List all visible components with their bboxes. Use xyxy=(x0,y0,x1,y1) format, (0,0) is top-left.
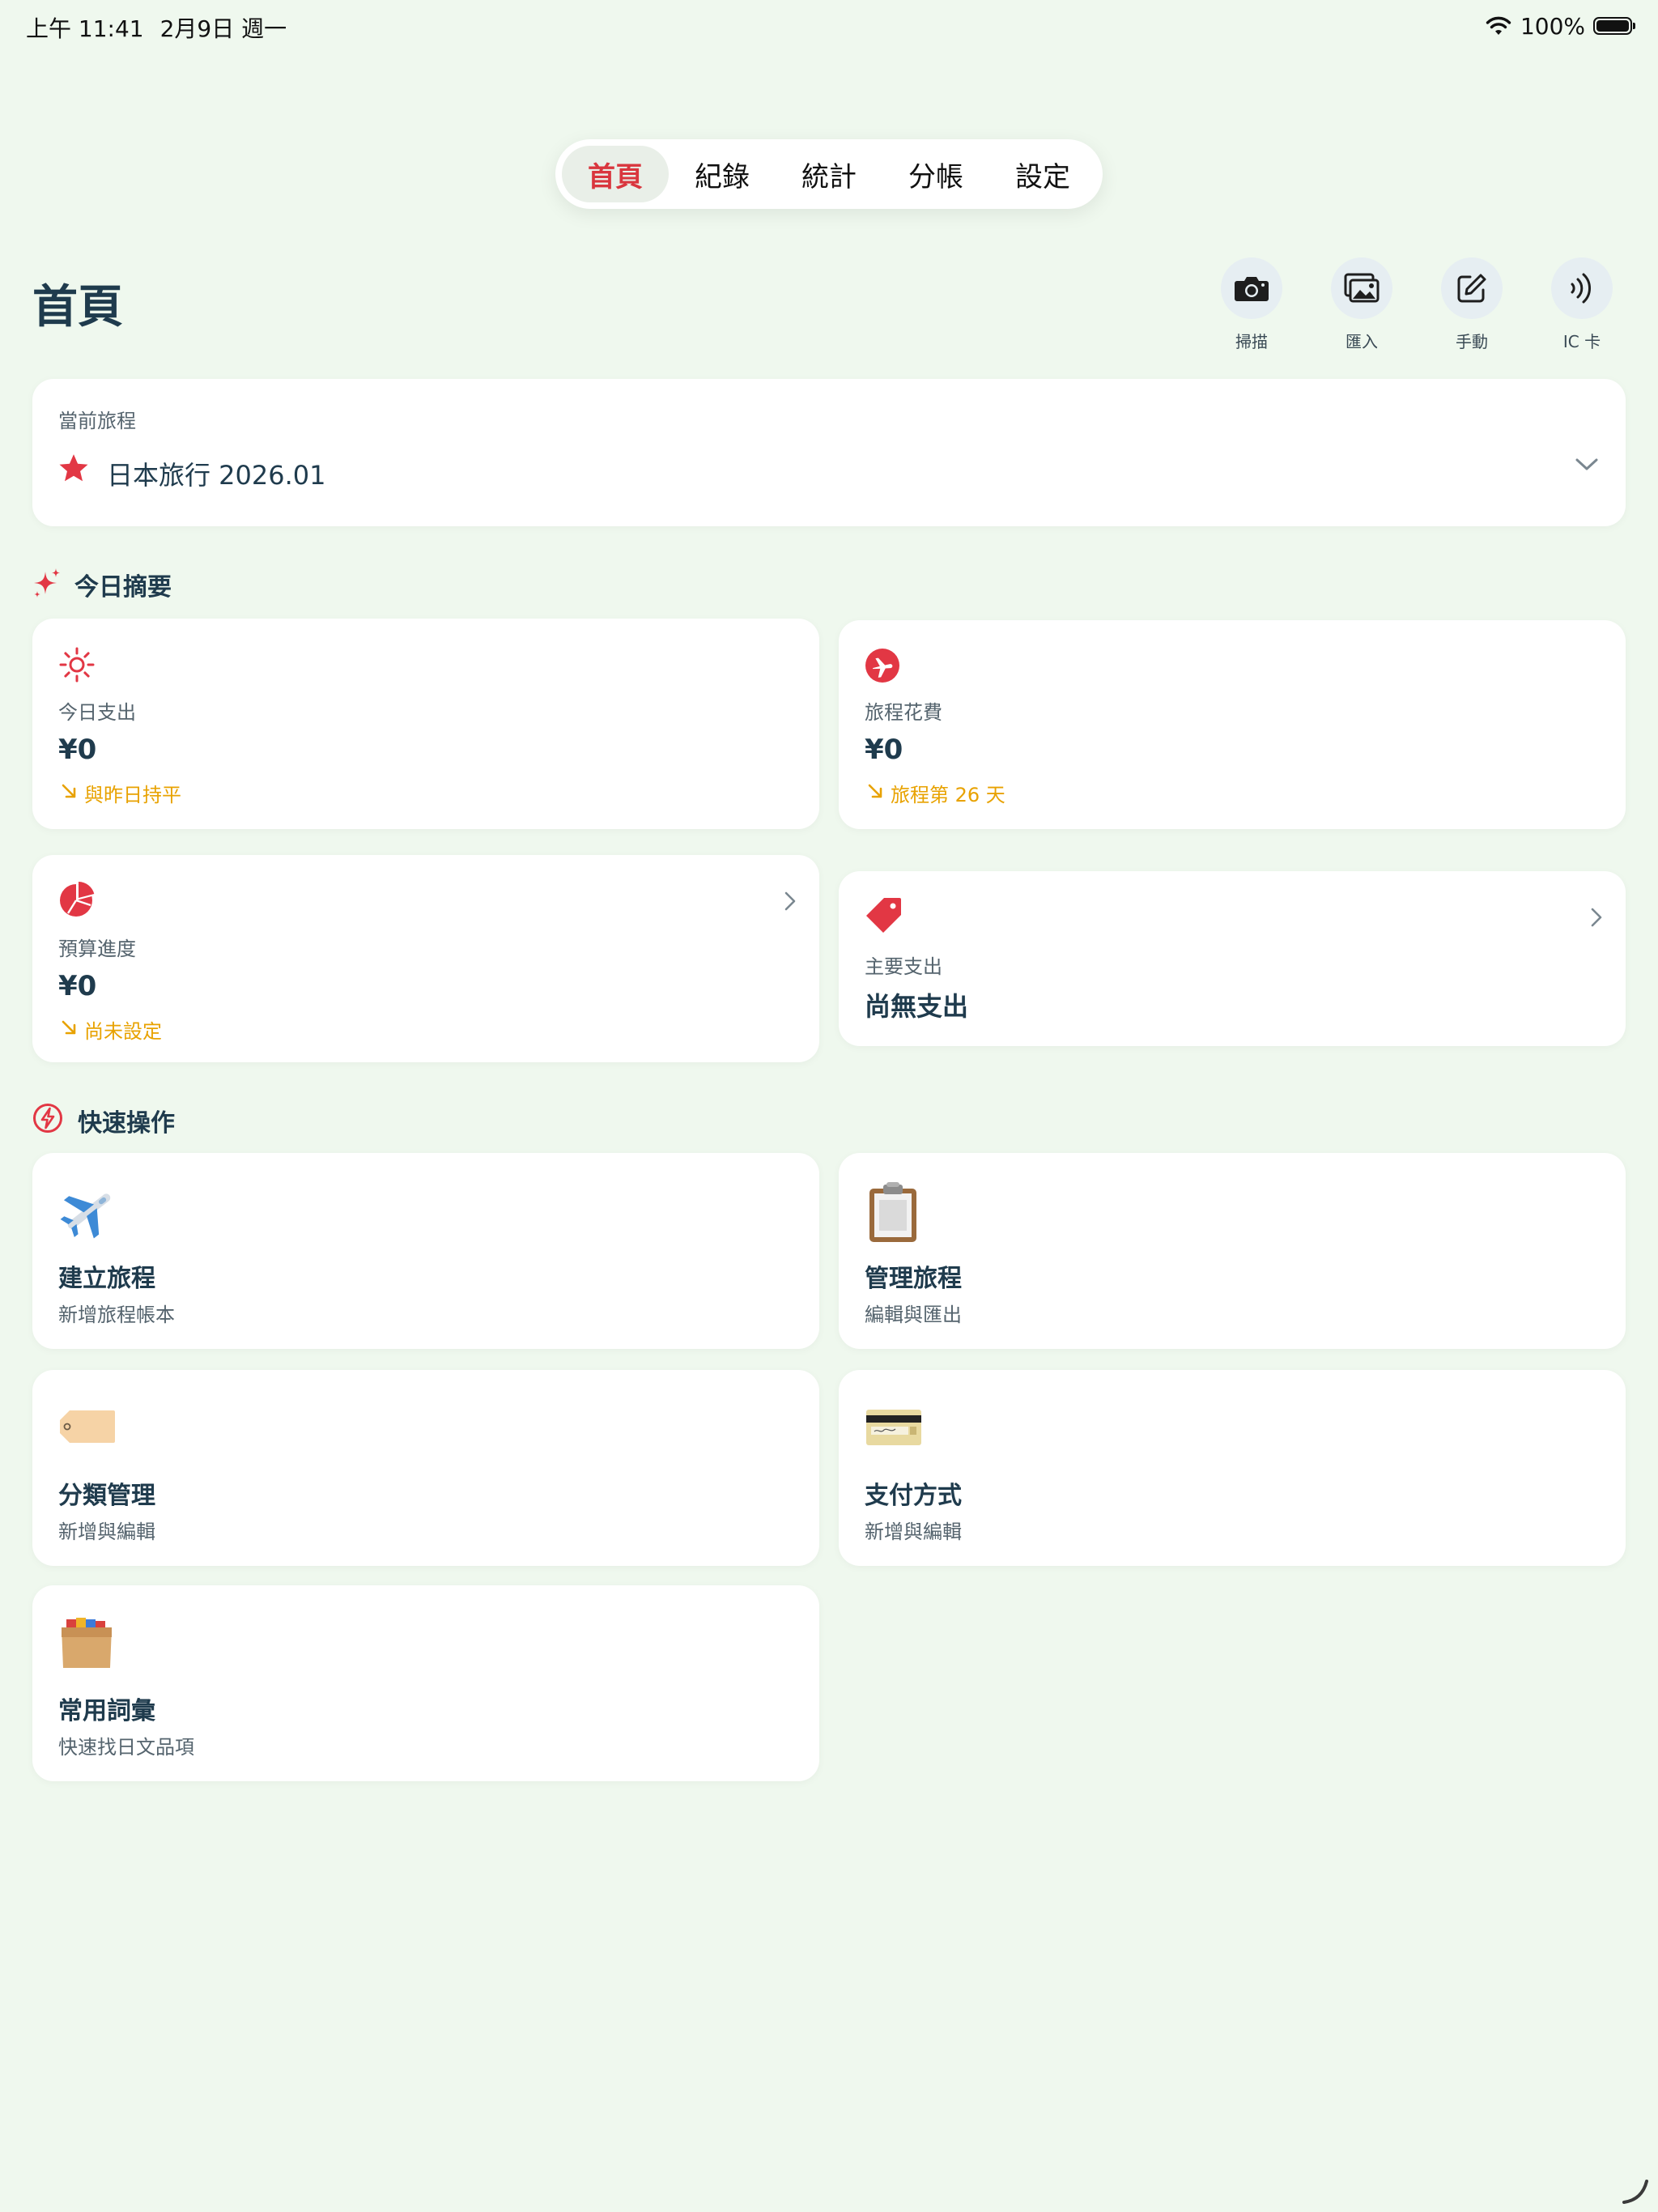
status-time: 上午 11:41 xyxy=(26,15,144,42)
trip-spending-label: 旅程花費 xyxy=(865,701,942,724)
status-bar-left: 上午 11:41 2月9日 週一 xyxy=(26,11,303,44)
common-vocabulary-title: 常用詞彙 xyxy=(58,1697,155,1725)
nfc-icon xyxy=(1571,273,1592,304)
card-box-emoji-icon xyxy=(62,1618,112,1668)
ic-card-label: IC 卡 xyxy=(1562,332,1601,351)
import-label: 匯入 xyxy=(1346,332,1378,351)
tab-settings[interactable]: 設定 xyxy=(989,146,1096,202)
manual-label: 手動 xyxy=(1456,332,1488,351)
trip-spending-card: 旅程花費 ¥0 旅程第 26 天 xyxy=(839,620,1626,829)
tab-home[interactable]: 首頁 xyxy=(562,146,669,202)
airplane-emoji-icon xyxy=(60,1193,111,1239)
quick-actions-title: 快速操作 xyxy=(78,1109,175,1138)
scan-button-bg xyxy=(1221,257,1282,319)
create-trip-button[interactable]: 建立旅程 新增旅程帳本 xyxy=(32,1153,819,1349)
arrow-down-right-icon xyxy=(868,784,882,798)
payment-methods-button[interactable]: 支付方式 新增與編輯 xyxy=(839,1370,1626,1566)
manage-trips-subtitle: 編輯與匯出 xyxy=(865,1304,962,1326)
import-button-bg xyxy=(1331,257,1392,319)
status-bar-right: 100% xyxy=(1485,11,1635,40)
today-spending-card: 今日支出 ¥0 與昨日持平 xyxy=(32,619,819,829)
budget-progress-label: 預算進度 xyxy=(58,938,136,960)
pie-chart-icon xyxy=(60,882,95,917)
tab-statistics[interactable]: 統計 xyxy=(776,146,882,202)
create-trip-title: 建立旅程 xyxy=(58,1265,155,1293)
trip-spending-value: ¥0 xyxy=(865,734,903,766)
today-spending-value: ¥0 xyxy=(58,734,97,766)
chevron-right-icon xyxy=(1591,908,1602,927)
clipboard-emoji-icon xyxy=(869,1182,916,1242)
category-management-button[interactable]: 分類管理 新增與編輯 xyxy=(32,1370,819,1566)
trip-spending-note: 旅程第 26 天 xyxy=(891,784,1005,806)
arrow-down-right-icon xyxy=(62,1020,76,1035)
tab-bar: 首頁 紀錄 統計 分帳 設定 xyxy=(555,139,1103,209)
arrow-down-right-icon xyxy=(62,784,76,798)
today-spending-note: 與昨日持平 xyxy=(84,784,181,806)
status-date: 2月9日 週一 xyxy=(159,15,287,42)
photos-icon xyxy=(1344,273,1380,303)
battery-icon xyxy=(1593,17,1635,35)
battery-percent: 100% xyxy=(1520,12,1585,40)
tab-split[interactable]: 分帳 xyxy=(882,146,989,202)
star-icon xyxy=(59,454,88,482)
payment-methods-subtitle: 新增與編輯 xyxy=(865,1521,962,1543)
common-vocabulary-subtitle: 快速找日文品項 xyxy=(58,1736,194,1759)
header-actions: 掃描 匯入 手動 IC 卡 xyxy=(1221,257,1613,352)
wifi-icon xyxy=(1486,16,1511,35)
budget-progress-value: ¥0 xyxy=(58,970,97,1002)
top-spending-label: 主要支出 xyxy=(865,955,942,978)
common-vocabulary-button[interactable]: 常用詞彙 快速找日文品項 xyxy=(32,1585,819,1781)
category-management-subtitle: 新增與編輯 xyxy=(58,1521,155,1543)
budget-progress-card[interactable]: 預算進度 ¥0 尚未設定 xyxy=(32,855,819,1062)
manual-button-bg xyxy=(1441,257,1503,319)
manage-trips-title: 管理旅程 xyxy=(865,1265,962,1293)
camera-icon xyxy=(1235,277,1269,301)
payment-methods-title: 支付方式 xyxy=(865,1482,962,1510)
scan-label: 掃描 xyxy=(1235,332,1268,351)
page-title: 首頁 xyxy=(32,281,123,334)
current-trip-label: 當前旅程 xyxy=(58,410,136,432)
import-button[interactable]: 匯入 xyxy=(1331,257,1392,352)
budget-progress-note: 尚未設定 xyxy=(84,1020,162,1043)
ic-card-button[interactable]: IC 卡 xyxy=(1551,257,1613,352)
sparkles-icon xyxy=(34,568,60,598)
today-summary-title: 今日摘要 xyxy=(74,573,172,602)
chevron-down-icon xyxy=(1575,458,1598,470)
label-tag-emoji-icon xyxy=(60,1410,115,1443)
today-spending-label: 今日支出 xyxy=(58,701,136,724)
ic-card-button-bg xyxy=(1551,257,1613,319)
scan-button[interactable]: 掃描 xyxy=(1221,257,1282,352)
resize-handle-icon[interactable] xyxy=(1621,2176,1650,2206)
manual-entry-button[interactable]: 手動 xyxy=(1441,257,1503,352)
airplane-circle-icon xyxy=(865,649,899,683)
tab-records[interactable]: 紀錄 xyxy=(669,146,776,202)
create-trip-subtitle: 新增旅程帳本 xyxy=(58,1304,175,1326)
current-trip-selector[interactable]: 當前旅程 日本旅行 2026.01 xyxy=(32,379,1626,526)
credit-card-emoji-icon xyxy=(866,1410,921,1445)
sun-icon xyxy=(59,647,95,683)
battery-fill xyxy=(1596,20,1629,32)
bolt-circle-icon xyxy=(33,1104,62,1133)
current-trip-name: 日本旅行 2026.01 xyxy=(107,460,326,491)
top-spending-card[interactable]: 主要支出 尚無支出 xyxy=(839,871,1626,1046)
tag-icon xyxy=(866,898,901,933)
category-management-title: 分類管理 xyxy=(58,1482,155,1510)
edit-icon xyxy=(1457,274,1486,303)
chevron-right-icon xyxy=(784,891,796,911)
manage-trips-button[interactable]: 管理旅程 編輯與匯出 xyxy=(839,1153,1626,1349)
top-spending-value: 尚無支出 xyxy=(865,991,969,1022)
